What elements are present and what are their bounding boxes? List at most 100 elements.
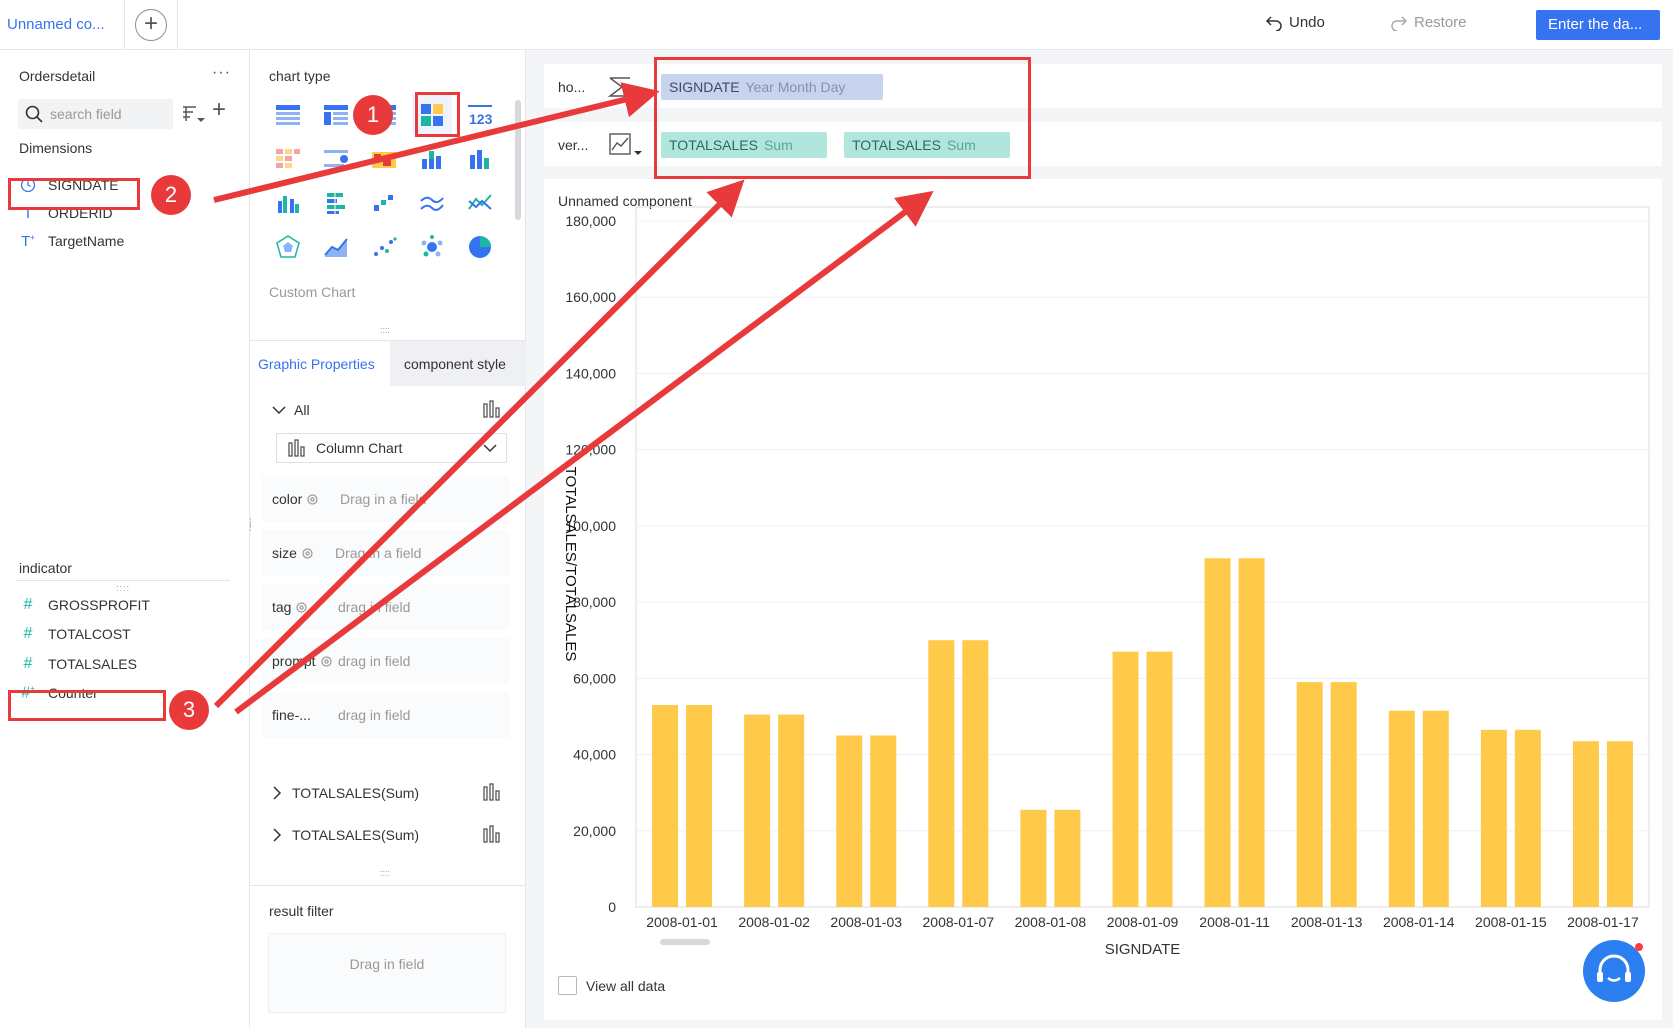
field-item-signdate[interactable]: SIGNDATE bbox=[8, 171, 168, 199]
resize-handle[interactable]: :::: bbox=[380, 868, 390, 878]
view-all-label: View all data bbox=[586, 977, 666, 994]
pill-field-name: TOTALSALES bbox=[852, 137, 941, 153]
signdate-axis-pill[interactable]: SIGNDATE Year Month Day bbox=[661, 74, 883, 100]
chart-type-scrollbar[interactable] bbox=[515, 100, 521, 220]
step-badge-1: 1 bbox=[353, 95, 393, 135]
measure-group-2[interactable]: TOTALSALES(Sum) bbox=[272, 827, 419, 843]
kpi-number-icon[interactable]: 123 bbox=[460, 95, 500, 135]
undo-button[interactable]: Undo bbox=[1265, 14, 1325, 31]
measure-group-1[interactable]: TOTALSALES(Sum) bbox=[272, 785, 419, 801]
panel-grip-handle[interactable]: ⋮ ⋮ bbox=[246, 518, 255, 532]
tab-graphic-properties[interactable]: Graphic Properties bbox=[250, 341, 390, 386]
gear-icon[interactable] bbox=[301, 547, 314, 560]
chart-type-select[interactable]: Column Chart bbox=[276, 433, 507, 463]
grouped-column-icon[interactable] bbox=[268, 183, 308, 223]
axis-switch-icon[interactable] bbox=[608, 74, 644, 100]
x-tick-label: 2008-01-07 bbox=[923, 914, 995, 930]
x-tick-label: 2008-01-13 bbox=[1291, 914, 1363, 930]
field-item-targetname[interactable]: T+ TargetName bbox=[8, 227, 168, 255]
y-tick-label: 180,000 bbox=[565, 213, 616, 229]
field-name: TOTALSALES bbox=[48, 656, 137, 672]
enter-data-button[interactable]: Enter the da... bbox=[1536, 10, 1660, 40]
add-field-button[interactable]: + bbox=[212, 96, 226, 124]
chart-editor-area: ho... SIGNDATE Year Month Day ver... TOTA… bbox=[526, 50, 1673, 1028]
totalsales-axis-pill-2[interactable]: TOTALSALES Sum bbox=[844, 132, 1010, 158]
area-chart-icon[interactable] bbox=[316, 227, 356, 267]
cross-table-icon[interactable] bbox=[316, 95, 356, 135]
search-input[interactable] bbox=[50, 104, 168, 124]
fine-grained-property: fine-... drag in field bbox=[262, 692, 509, 738]
field-item-counter[interactable]: #+ Counter bbox=[8, 679, 168, 707]
add-tab-button[interactable]: + bbox=[135, 9, 167, 41]
search-box bbox=[18, 99, 173, 129]
sort-filter-icon[interactable] bbox=[182, 105, 206, 123]
property-label: prompt bbox=[272, 653, 333, 669]
column-bar bbox=[1422, 710, 1449, 907]
color-drop-zone[interactable]: Drag in a field bbox=[340, 491, 426, 507]
line-chart-switch-icon[interactable] bbox=[608, 132, 644, 158]
tab-component-style[interactable]: component style bbox=[390, 341, 526, 386]
top-bar: Unnamed co... + Undo Restore Enter the d… bbox=[0, 0, 1673, 50]
column-bar bbox=[1388, 710, 1415, 907]
all-group-toggle[interactable]: All bbox=[272, 402, 310, 418]
bubble-chart-icon[interactable] bbox=[412, 227, 452, 267]
result-filter-drop-zone[interactable]: Drag in field bbox=[268, 933, 506, 1013]
smart-chart-icon[interactable] bbox=[412, 95, 452, 135]
field-name: TOTALCOST bbox=[48, 626, 131, 642]
gear-icon[interactable] bbox=[306, 493, 319, 506]
field-item-totalsales[interactable]: # TOTALSALES bbox=[8, 650, 168, 678]
pie-chart-icon[interactable] bbox=[460, 227, 500, 267]
map-table-icon[interactable] bbox=[364, 139, 404, 179]
field-name: GROSSPROFIT bbox=[48, 597, 150, 613]
multi-line-icon[interactable] bbox=[460, 183, 500, 223]
radar-chart-icon[interactable] bbox=[268, 227, 308, 267]
gear-icon[interactable] bbox=[320, 655, 333, 668]
table-chart-icon[interactable] bbox=[268, 95, 308, 135]
hash-icon: # bbox=[23, 596, 33, 613]
stacked-column-icon[interactable] bbox=[412, 139, 452, 179]
dataset-name: Ordersdetail bbox=[19, 68, 96, 84]
waterfall-chart-icon[interactable] bbox=[364, 183, 404, 223]
all-label: All bbox=[294, 402, 310, 418]
view-all-checkbox[interactable] bbox=[558, 976, 577, 995]
column-bar bbox=[778, 714, 805, 907]
measure-label: TOTALSALES(Sum) bbox=[292, 785, 420, 801]
tag-drop-zone[interactable]: drag in field bbox=[338, 599, 410, 615]
field-item-totalcost[interactable]: # TOTALCOST bbox=[8, 620, 168, 648]
totalsales-axis-pill-1[interactable]: TOTALSALES Sum bbox=[661, 132, 827, 158]
fine-grained-drop-zone[interactable]: drag in field bbox=[338, 707, 410, 723]
field-item-grossprofit[interactable]: # GROSSPROFIT bbox=[8, 591, 168, 619]
column-bar bbox=[1204, 558, 1231, 907]
text-icon: T+ bbox=[21, 232, 35, 250]
column-bar bbox=[1054, 809, 1081, 907]
undo-label: Undo bbox=[1289, 14, 1325, 31]
horizontal-scrollbar[interactable] bbox=[660, 939, 710, 945]
column-chart-icon[interactable] bbox=[460, 139, 500, 179]
bar-chart-icon[interactable] bbox=[482, 783, 502, 801]
heat-table-icon[interactable] bbox=[268, 139, 308, 179]
x-tick-label: 2008-01-08 bbox=[1015, 914, 1087, 930]
custom-chart-link[interactable]: Custom Chart bbox=[269, 284, 355, 300]
x-tick-label: 2008-01-15 bbox=[1475, 914, 1547, 930]
line-chart-icon[interactable] bbox=[412, 183, 452, 223]
bar-chart-icon[interactable] bbox=[482, 400, 502, 418]
bar-chart-icon[interactable] bbox=[482, 825, 502, 843]
chevron-right-icon bbox=[273, 828, 282, 842]
field-item-orderid[interactable]: T ORDERID bbox=[8, 199, 168, 227]
more-options-button[interactable]: ··· bbox=[212, 64, 231, 82]
property-label: fine-... bbox=[272, 707, 311, 723]
column-bar bbox=[1296, 682, 1323, 907]
size-drop-zone[interactable]: Drag in a field bbox=[335, 545, 421, 561]
restore-button[interactable]: Restore bbox=[1390, 14, 1467, 31]
property-label: color bbox=[272, 491, 319, 507]
view-all-data-toggle[interactable]: View all data bbox=[558, 976, 665, 995]
progress-table-icon[interactable] bbox=[316, 139, 356, 179]
y-tick-label: 20,000 bbox=[573, 823, 616, 839]
resize-handle[interactable]: :::: bbox=[380, 325, 390, 335]
prompt-drop-zone[interactable]: drag in field bbox=[338, 653, 410, 669]
redo-icon bbox=[1391, 15, 1408, 31]
bar-chart-icon[interactable] bbox=[316, 183, 356, 223]
scatter-chart-icon[interactable] bbox=[364, 227, 404, 267]
gear-icon[interactable] bbox=[295, 601, 308, 614]
tab-unnamed-component[interactable]: Unnamed co... bbox=[0, 0, 125, 50]
